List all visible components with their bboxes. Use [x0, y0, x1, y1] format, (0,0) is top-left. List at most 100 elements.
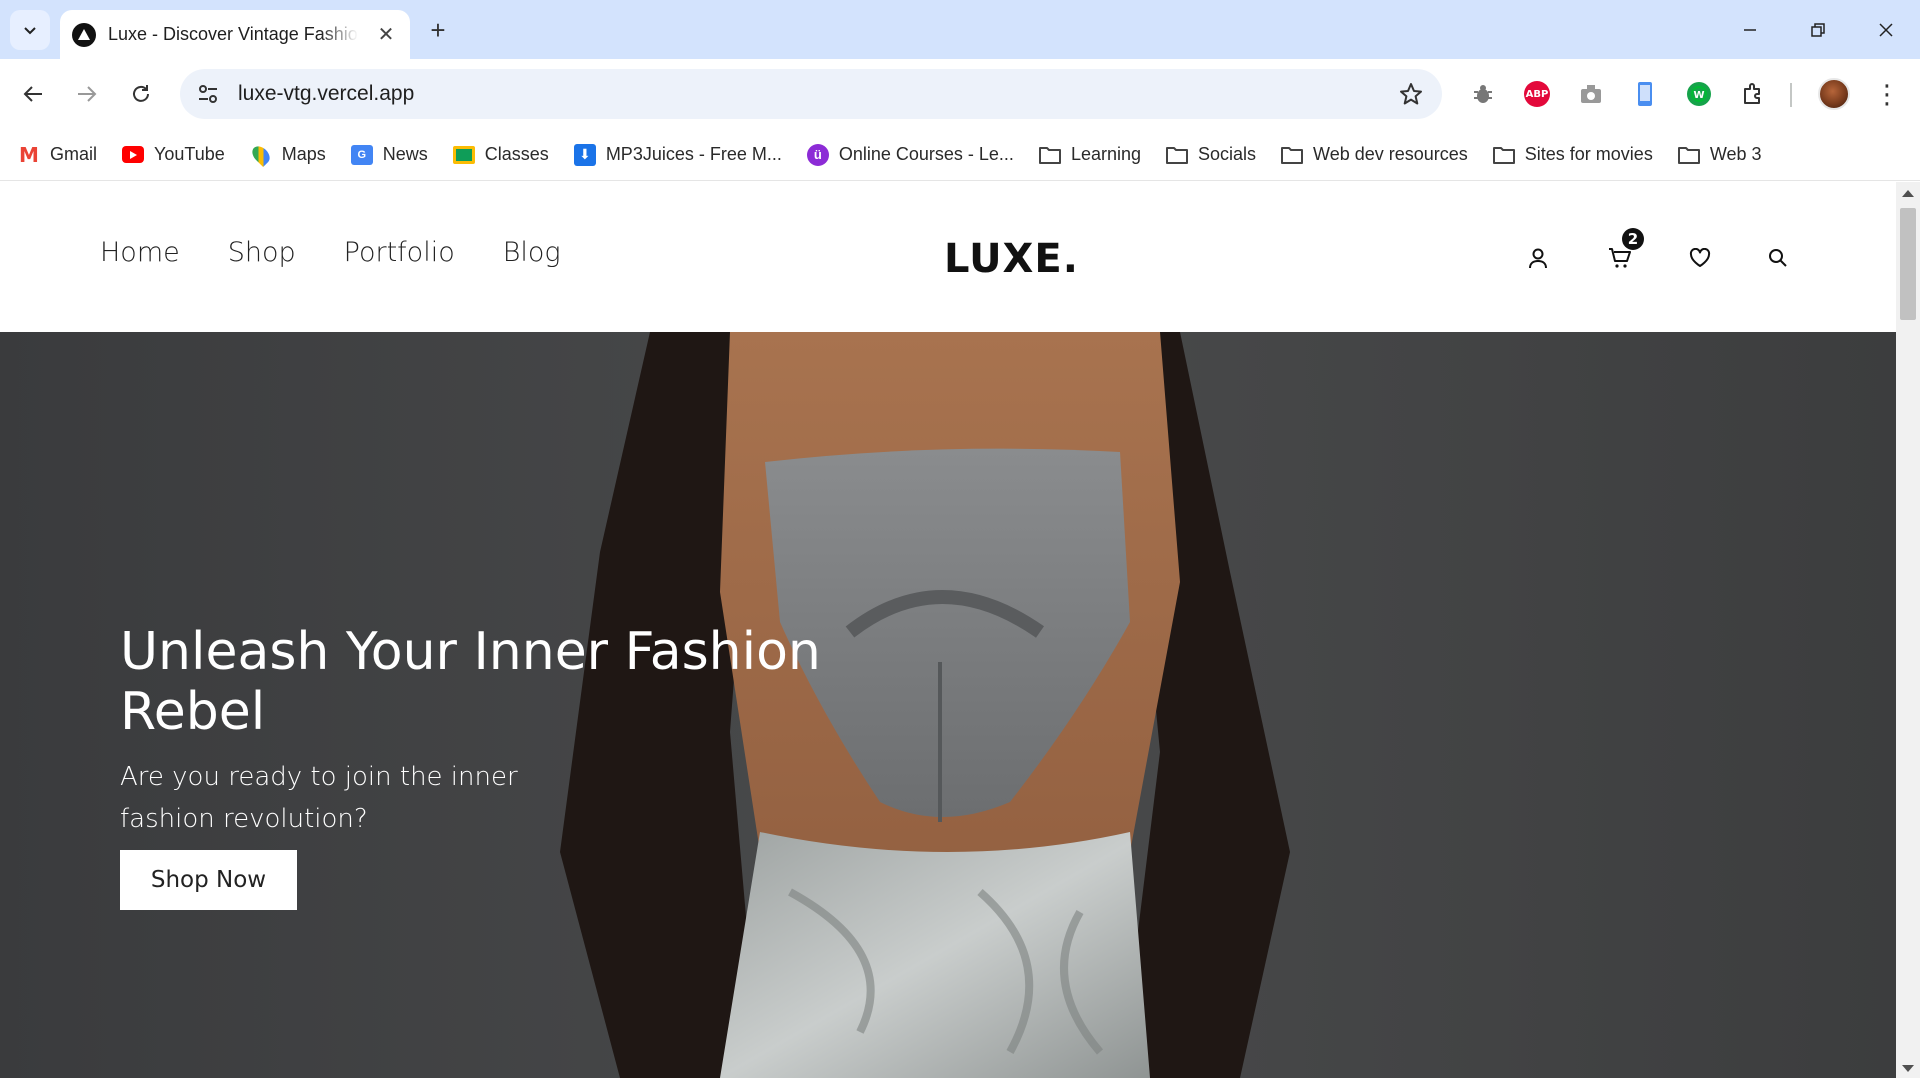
cart-button[interactable]: 2	[1606, 228, 1644, 272]
kebab-menu-icon: ⋮	[1874, 79, 1900, 109]
hero-banner: Unleash Your Inner Fashion Rebel Are you…	[0, 332, 1896, 1078]
scroll-up-arrow-icon[interactable]	[1902, 190, 1914, 197]
address-bar[interactable]: luxe-vtg.vercel.app	[180, 69, 1442, 119]
bookmark-gmail[interactable]: M Gmail	[18, 142, 98, 167]
new-tab-button[interactable]: +	[422, 14, 454, 46]
reload-button[interactable]	[122, 75, 160, 113]
bookmark-maps[interactable]: Maps	[248, 142, 326, 167]
close-window-button[interactable]	[1852, 0, 1920, 59]
bookmark-online-courses[interactable]: ü Online Courses - Le...	[806, 143, 1014, 166]
adblock-extension-icon[interactable]: ABP	[1522, 79, 1552, 109]
bookmark-label: Maps	[281, 144, 326, 164]
folder-icon	[1038, 144, 1061, 166]
toolbar-divider	[1790, 83, 1792, 107]
tab-close-icon[interactable]: ✕	[374, 23, 398, 47]
svg-text:W: W	[1693, 90, 1704, 101]
folder-icon	[1166, 144, 1188, 166]
user-icon	[1529, 248, 1547, 269]
hero-subtitle: Are you ready to join the inner fashion …	[120, 762, 518, 834]
bookmark-news[interactable]: G News	[350, 144, 428, 166]
news-icon: G	[350, 144, 373, 166]
heart-icon	[1689, 248, 1711, 267]
bookmarks-bar: M Gmail YouTube Maps G News Classes ⬇ MP…	[0, 129, 1920, 181]
search-button[interactable]	[1764, 244, 1792, 272]
download-icon: ⬇	[573, 143, 596, 166]
bookmark-label: Sites for movies	[1524, 144, 1653, 164]
arrow-right-icon	[78, 86, 97, 102]
minimize-icon	[1744, 28, 1756, 31]
bookmark-youtube[interactable]: YouTube	[122, 144, 225, 166]
bookmark-folder-movies[interactable]: Sites for movies	[1492, 144, 1653, 166]
tab-title: Luxe - Discover Vintage Fashion	[108, 24, 358, 44]
bookmark-folder-socials[interactable]: Socials	[1166, 144, 1256, 166]
scroll-down-arrow-icon[interactable]	[1902, 1065, 1914, 1072]
wishlist-button[interactable]	[1686, 244, 1714, 272]
bookmark-label: Gmail	[50, 144, 98, 164]
youtube-icon	[122, 144, 145, 166]
nav-link-home[interactable]: Home	[100, 237, 180, 268]
vercel-favicon-icon	[72, 22, 96, 47]
restore-icon	[1811, 22, 1825, 37]
window-controls	[1716, 0, 1920, 59]
bookmark-classes[interactable]: Classes	[452, 144, 549, 166]
bookmark-folder-web-dev[interactable]: Web dev resources	[1281, 144, 1468, 166]
active-tab[interactable]: Luxe - Discover Vintage Fashion ✕	[60, 10, 410, 59]
classes-icon	[452, 144, 475, 166]
bookmark-label: Web 3	[1709, 144, 1762, 164]
close-icon	[1879, 22, 1893, 37]
reload-icon	[133, 85, 149, 102]
phone-extension-icon[interactable]	[1630, 79, 1660, 109]
shop-now-button[interactable]: Shop Now	[120, 850, 297, 910]
bookmark-folder-learning[interactable]: Learning	[1038, 144, 1141, 166]
minimize-button[interactable]	[1716, 0, 1784, 59]
udemy-icon: ü	[806, 143, 829, 166]
nav-link-shop[interactable]: Shop	[228, 237, 296, 268]
page-viewport: Home Shop Portfolio Blog LUXE. 2 Unleash…	[0, 182, 1896, 1078]
cart-icon	[1609, 248, 1631, 268]
bookmark-label: News	[382, 144, 428, 164]
main-nav: Home Shop Portfolio Blog	[100, 237, 561, 268]
bookmark-label: Web dev resources	[1313, 144, 1468, 164]
extensions-puzzle-icon[interactable]	[1738, 79, 1768, 109]
url-text: luxe-vtg.vercel.app	[238, 82, 415, 105]
chevron-down-icon	[24, 27, 36, 35]
browser-menu-button[interactable]: ⋮	[1872, 79, 1902, 109]
site-info-icon[interactable]	[194, 81, 222, 107]
back-button[interactable]	[14, 75, 52, 113]
bookmark-mp3juices[interactable]: ⬇ MP3Juices - Free M...	[573, 143, 782, 166]
browser-toolbar: luxe-vtg.vercel.app ABP W ⋮	[0, 59, 1920, 129]
arrow-left-icon	[23, 86, 42, 102]
bookmark-label: Learning	[1070, 144, 1141, 164]
browser-tab-bar: Luxe - Discover Vintage Fashion ✕ +	[0, 0, 1920, 59]
gmail-icon: M	[19, 142, 39, 167]
tab-search-button[interactable]	[10, 10, 50, 50]
account-button[interactable]	[1524, 244, 1552, 272]
folder-icon	[1281, 144, 1304, 166]
bookmark-label: YouTube	[154, 144, 225, 164]
restore-button[interactable]	[1784, 0, 1852, 59]
abp-label: ABP	[1524, 81, 1550, 107]
search-icon	[1769, 249, 1787, 267]
cart-count-badge: 2	[1622, 228, 1644, 250]
site-header: Home Shop Portfolio Blog LUXE. 2	[0, 182, 1896, 332]
bookmark-label: Socials	[1198, 144, 1257, 164]
folder-icon	[1677, 144, 1700, 166]
bookmark-star-icon[interactable]	[1398, 81, 1424, 107]
grammar-extension-icon[interactable]: W	[1684, 79, 1714, 109]
scrollbar-thumb[interactable]	[1900, 208, 1916, 320]
nav-link-portfolio[interactable]: Portfolio	[344, 237, 455, 268]
bookmark-label: Online Courses - Le...	[838, 144, 1014, 164]
avatar	[1818, 78, 1850, 110]
camera-extension-icon[interactable]	[1576, 79, 1606, 109]
bookmark-folder-web3[interactable]: Web 3	[1677, 144, 1762, 166]
bookmark-label: Classes	[484, 144, 549, 164]
profile-avatar[interactable]	[1816, 76, 1852, 112]
forward-button[interactable]	[68, 75, 106, 113]
bookmark-label: MP3Juices - Free M...	[605, 144, 782, 164]
folder-icon	[1492, 144, 1515, 166]
nav-link-blog[interactable]: Blog	[503, 237, 561, 268]
hero-title: Unleash Your Inner Fashion Rebel	[120, 622, 821, 742]
bug-extension-icon[interactable]	[1468, 79, 1498, 109]
page-scrollbar[interactable]	[1896, 182, 1920, 1078]
site-logo[interactable]: LUXE.	[944, 236, 1079, 282]
